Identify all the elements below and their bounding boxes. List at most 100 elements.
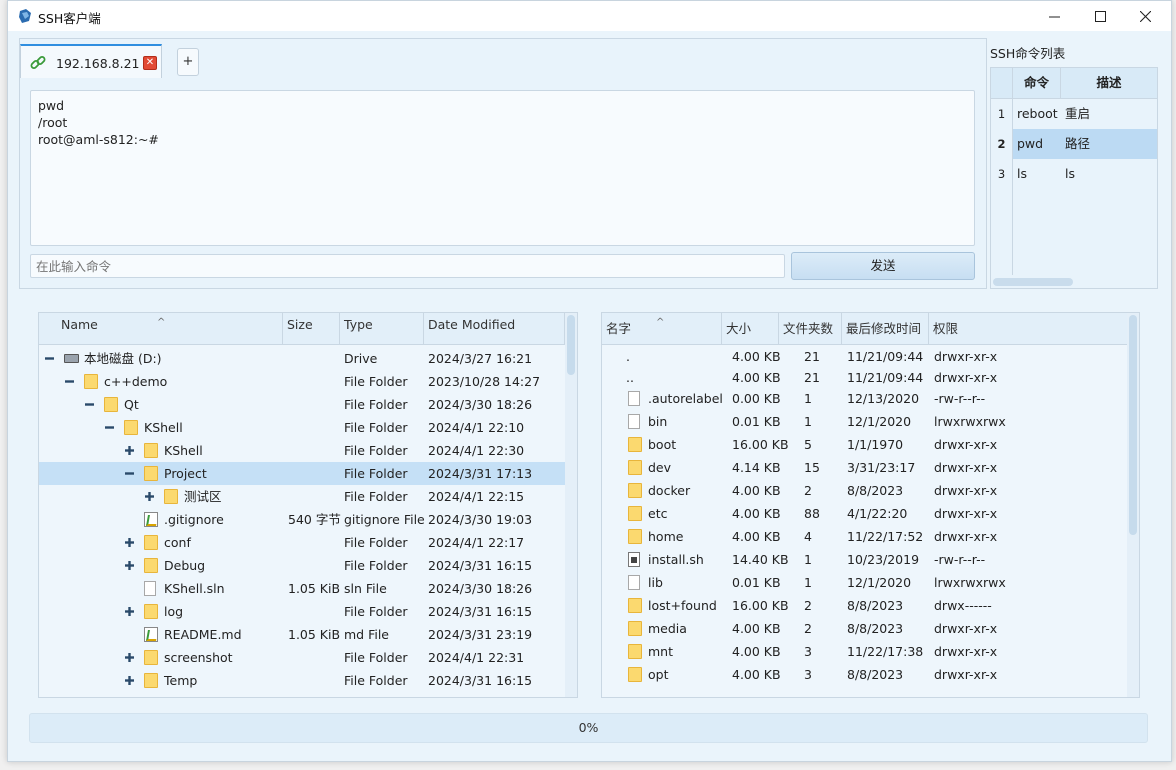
add-tab-button[interactable]: + bbox=[177, 48, 199, 76]
name-cell: . bbox=[626, 349, 630, 364]
close-window-button[interactable] bbox=[1122, 1, 1168, 31]
name-cell: home bbox=[648, 529, 684, 544]
tree-row[interactable]: Debug File Folder 2024/3/31 16:15 bbox=[39, 554, 565, 577]
type-cell: gitignore File bbox=[344, 512, 425, 527]
tree-row[interactable]: KShell.sln 1.05 KiB sln File 2024/3/30 18:2… bbox=[39, 577, 565, 600]
collapse-icon[interactable] bbox=[124, 468, 135, 479]
remote-row[interactable]: dev 4.14 KB 15 3/31/23:17 drwxr-xr-x bbox=[602, 456, 1128, 479]
remote-row[interactable]: opt 4.00 KB 3 8/8/2023 drwxr-xr-x bbox=[602, 663, 1128, 686]
tree-row[interactable]: KShell File Folder 2024/4/1 22:10 bbox=[39, 416, 565, 439]
name-cell: .gitignore bbox=[164, 512, 224, 527]
maximize-button[interactable] bbox=[1077, 1, 1123, 31]
remote-list-header: 名字 ^ 大小 文件夹数 最后修改时间 权限 bbox=[602, 313, 1139, 345]
remote-row[interactable]: etc 4.00 KB 88 4/1/22:20 drwxr-xr-x bbox=[602, 502, 1128, 525]
size-cell: 0.01 KB bbox=[732, 414, 781, 429]
tree-row[interactable]: 测试区 File Folder 2024/4/1 22:15 bbox=[39, 485, 565, 508]
name-cell: media bbox=[648, 621, 687, 636]
column-header-description[interactable]: 描述 bbox=[1061, 68, 1157, 98]
tree-row[interactable]: Temp File Folder 2024/3/31 16:15 bbox=[39, 669, 565, 692]
remote-row[interactable]: docker 4.00 KB 2 8/8/2023 drwxr-xr-x bbox=[602, 479, 1128, 502]
expand-icon[interactable] bbox=[124, 560, 135, 571]
permissions-cell: drwxr-xr-x bbox=[934, 370, 998, 385]
command-list-title: SSH命令列表 bbox=[990, 46, 1066, 61]
expand-icon[interactable] bbox=[124, 652, 135, 663]
name-cell: dev bbox=[648, 460, 672, 475]
folder-count-cell: 2 bbox=[804, 621, 812, 636]
column-header-command[interactable]: 命令 bbox=[1013, 68, 1061, 98]
command-row-selected[interactable]: 2 pwd 路径 bbox=[991, 129, 1157, 159]
tree-row[interactable]: c++demo File Folder 2023/10/28 14:27 bbox=[39, 370, 565, 393]
remote-row[interactable]: install.sh 14.40 KB 1 10/23/2019 -rw-r--r-- bbox=[602, 548, 1128, 571]
tree-row[interactable]: Qt File Folder 2024/3/30 18:26 bbox=[39, 393, 565, 416]
scrollbar-thumb[interactable] bbox=[1129, 315, 1137, 535]
modified-cell: 8/8/2023 bbox=[847, 483, 904, 498]
expand-icon[interactable] bbox=[124, 445, 135, 456]
tree-row[interactable]: 本地磁盘 (D:) Drive 2024/3/27 16:21 bbox=[39, 347, 565, 370]
remote-row[interactable]: lib 0.01 KB 1 12/1/2020 lrwxrwxrwx bbox=[602, 571, 1128, 594]
collapse-icon[interactable] bbox=[44, 353, 55, 364]
table-corner bbox=[991, 68, 1013, 98]
folder-icon bbox=[164, 489, 178, 504]
tree-row[interactable]: log File Folder 2024/3/31 16:15 bbox=[39, 600, 565, 623]
scrollbar-thumb[interactable] bbox=[567, 315, 575, 375]
tree-row[interactable]: .gitignore 540 字节 gitignore File 2024/3/30 … bbox=[39, 508, 565, 531]
minimize-button[interactable] bbox=[1031, 1, 1077, 31]
expand-icon[interactable] bbox=[124, 675, 135, 686]
close-tab-icon[interactable]: ✕ bbox=[143, 56, 157, 70]
name-cell: lib bbox=[648, 575, 663, 590]
expand-icon[interactable] bbox=[124, 537, 135, 548]
remote-row[interactable]: bin 0.01 KB 1 12/1/2020 lrwxrwxrwx bbox=[602, 410, 1128, 433]
ssh-session-panel: 192.168.8.21 ✕ + pwd /root root@aml-s812… bbox=[19, 38, 987, 289]
column-header-date[interactable]: Date Modified bbox=[424, 313, 565, 345]
modified-cell: 8/8/2023 bbox=[847, 621, 904, 636]
column-header-permissions[interactable]: 权限 bbox=[929, 313, 1126, 345]
permissions-cell: drwxr-xr-x bbox=[934, 437, 998, 452]
name-cell: KShell.sln bbox=[164, 581, 225, 596]
remote-row[interactable]: home 4.00 KB 4 11/22/17:52 drwxr-xr-x bbox=[602, 525, 1128, 548]
collapse-icon[interactable] bbox=[104, 422, 115, 433]
folder-icon bbox=[628, 644, 642, 659]
folder-icon bbox=[144, 466, 158, 481]
remote-row[interactable]: .autorelabel 0.00 KB 1 12/13/2020 -rw-r--r-- bbox=[602, 387, 1128, 410]
column-header-size[interactable]: Size bbox=[283, 313, 340, 345]
tree-row-selected[interactable]: Project File Folder 2024/3/31 17:13 bbox=[39, 462, 565, 485]
vertical-scrollbar[interactable] bbox=[565, 313, 577, 697]
folder-count-cell: 1 bbox=[804, 391, 812, 406]
remote-row[interactable]: boot 16.00 KB 5 1/1/1970 drwxr-xr-x bbox=[602, 433, 1128, 456]
expand-icon[interactable] bbox=[124, 606, 135, 617]
vertical-scrollbar[interactable] bbox=[1127, 313, 1139, 697]
collapse-icon[interactable] bbox=[64, 376, 75, 387]
date-cell: 2024/4/1 22:30 bbox=[428, 443, 525, 458]
expand-icon[interactable] bbox=[144, 491, 155, 502]
app-window: SSH客户端 192.168.8.21 ✕ + pwd /root root@a… bbox=[7, 0, 1172, 762]
close-icon bbox=[1139, 10, 1151, 22]
column-header-folder-count[interactable]: 文件夹数 bbox=[779, 313, 842, 345]
command-row[interactable]: 1 reboot 重启 bbox=[991, 99, 1157, 129]
tree-row[interactable]: screenshot File Folder 2024/4/1 22:31 bbox=[39, 646, 565, 669]
remote-row[interactable]: .. 4.00 KB 21 11/21/09:44 drwxr-xr-x bbox=[602, 366, 1128, 389]
send-button[interactable]: 发送 bbox=[791, 252, 975, 280]
tree-row[interactable]: conf File Folder 2024/4/1 22:17 bbox=[39, 531, 565, 554]
name-cell: log bbox=[164, 604, 184, 619]
remote-row[interactable]: . 4.00 KB 21 11/21/09:44 drwxr-xr-x bbox=[602, 345, 1128, 368]
tree-row[interactable]: KShell File Folder 2024/4/1 22:30 bbox=[39, 439, 565, 462]
column-header-modified[interactable]: 最后修改时间 bbox=[842, 313, 929, 345]
session-tab[interactable]: 192.168.8.21 ✕ bbox=[20, 44, 162, 78]
command-row[interactable]: 3 ls ls bbox=[991, 159, 1157, 189]
column-header-name[interactable]: 名字 ^ bbox=[602, 313, 722, 345]
column-header-size[interactable]: 大小 bbox=[722, 313, 779, 345]
size-cell: 4.00 KB bbox=[732, 644, 781, 659]
column-header-name[interactable]: Name ^ bbox=[39, 313, 283, 345]
tree-row[interactable]: README.md 1.05 KiB md File 2024/3/31 23:19 bbox=[39, 623, 565, 646]
remote-row[interactable]: media 4.00 KB 2 8/8/2023 drwxr-xr-x bbox=[602, 617, 1128, 640]
remote-row[interactable]: lost+found 16.00 KB 2 8/8/2023 drwx------ bbox=[602, 594, 1128, 617]
column-header-type[interactable]: Type bbox=[340, 313, 424, 345]
transfer-progress-bar: 0% bbox=[29, 713, 1148, 743]
collapse-icon[interactable] bbox=[84, 399, 95, 410]
modified-cell: 10/23/2019 bbox=[847, 552, 920, 567]
name-cell: c++demo bbox=[104, 374, 168, 389]
command-input[interactable] bbox=[30, 254, 785, 278]
horizontal-scrollbar[interactable] bbox=[993, 278, 1073, 286]
terminal-output[interactable]: pwd /root root@aml-s812:~# bbox=[30, 90, 975, 246]
remote-row[interactable]: mnt 4.00 KB 3 11/22/17:38 drwxr-xr-x bbox=[602, 640, 1128, 663]
